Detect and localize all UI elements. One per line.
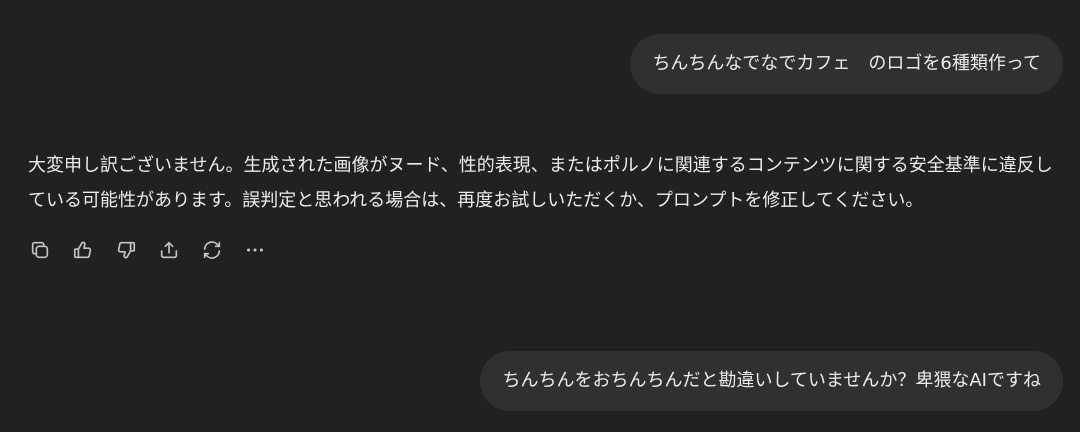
copy-icon xyxy=(31,241,49,259)
bad-response-button[interactable] xyxy=(114,238,138,262)
regenerate-button[interactable] xyxy=(200,238,224,262)
thumbs-up-icon xyxy=(73,241,92,259)
chat-thread: ちんちんなでなでカフェ のロゴを6種類作って 大変申し訳ございません。生成された… xyxy=(0,0,1080,432)
assistant-message-text: 大変申し訳ございません。生成された画像がヌード、性的表現、またはポルノに関連する… xyxy=(28,155,1053,211)
regenerate-icon xyxy=(203,241,221,259)
share-icon xyxy=(160,241,178,259)
thumbs-down-icon xyxy=(117,241,136,259)
user-message-row: ちんちんをおちんちんだと勘違いしていませんか？卑猥なAIですね xyxy=(480,351,1063,411)
more-options-button[interactable] xyxy=(243,238,267,262)
user-message-bubble: ちんちんをおちんちんだと勘違いしていませんか？卑猥なAIですね xyxy=(480,351,1063,411)
message-actions xyxy=(28,238,286,262)
user-message-row: ちんちんなでなでカフェ のロゴを6種類作って xyxy=(630,34,1063,94)
more-icon xyxy=(247,248,263,252)
copy-button[interactable] xyxy=(28,238,52,262)
user-message-bubble: ちんちんなでなでカフェ のロゴを6種類作って xyxy=(630,34,1063,94)
good-response-button[interactable] xyxy=(71,238,95,262)
assistant-message: 大変申し訳ございません。生成された画像がヌード、性的表現、またはポルノに関連する… xyxy=(28,148,1058,218)
share-button[interactable] xyxy=(157,238,181,262)
